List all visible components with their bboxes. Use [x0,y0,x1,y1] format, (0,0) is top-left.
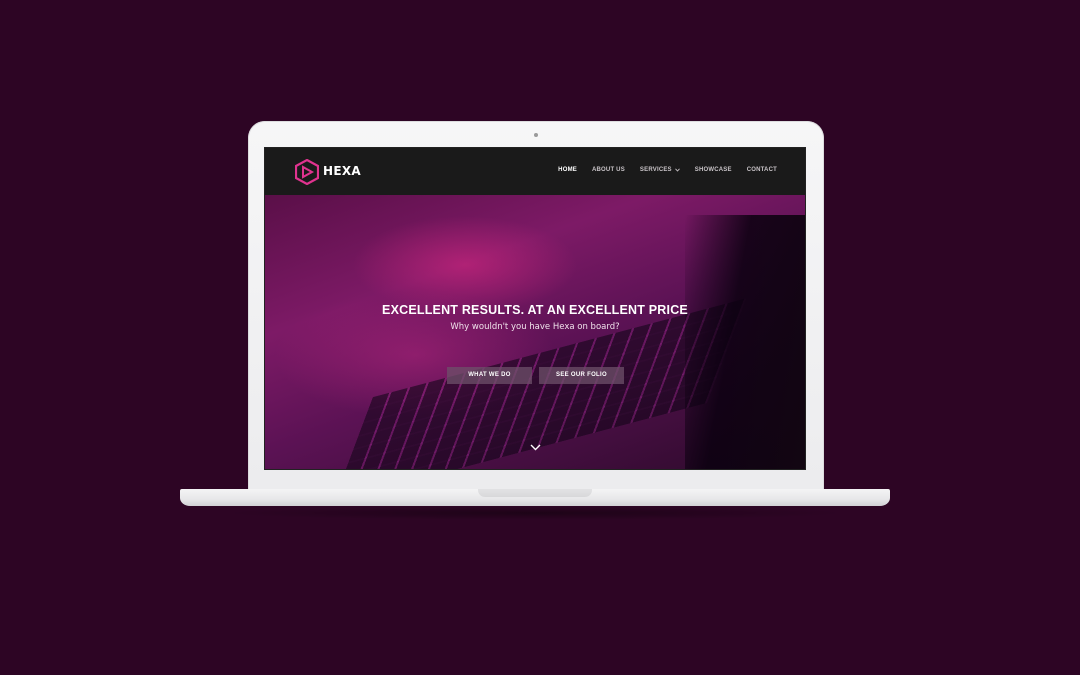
hero-subtitle: Why wouldn't you have Hexa on board? [450,322,620,332]
chevron-down-icon[interactable] [530,444,541,451]
nav-item-contact[interactable]: CONTACT [747,167,777,173]
site-navbar: HEXA HOME ABOUT US SERVICES SHOWCASE CON… [265,148,805,195]
hero-background-shade [685,215,805,469]
brand-name[interactable]: HEXA [323,164,361,178]
what-we-do-button[interactable]: WHAT WE DO [447,367,532,384]
laptop-camera [534,133,538,137]
nav-item-about-us[interactable]: ABOUT US [592,167,625,173]
hexa-logo-icon[interactable] [295,159,319,185]
nav-item-services-label: SERVICES [639,167,672,173]
nav-item-services[interactable]: SERVICES [640,167,680,173]
hero-title: EXCELLENT RESULTS. AT AN EXCELLENT PRICE [382,303,688,317]
hero-section: EXCELLENT RESULTS. AT AN EXCELLENT PRICE… [265,195,805,469]
nav-item-home[interactable]: HOME [558,167,577,173]
nav-menu: HOME ABOUT US SERVICES SHOWCASE CONTACT [558,167,777,173]
nav-item-showcase[interactable]: SHOWCASE [695,167,732,173]
laptop-screen: HEXA HOME ABOUT US SERVICES SHOWCASE CON… [265,148,805,469]
laptop-base-notch [478,489,592,497]
chevron-down-icon [674,168,680,172]
see-our-folio-button[interactable]: SEE OUR FOLIO [539,367,624,384]
laptop-shadow [220,506,850,520]
